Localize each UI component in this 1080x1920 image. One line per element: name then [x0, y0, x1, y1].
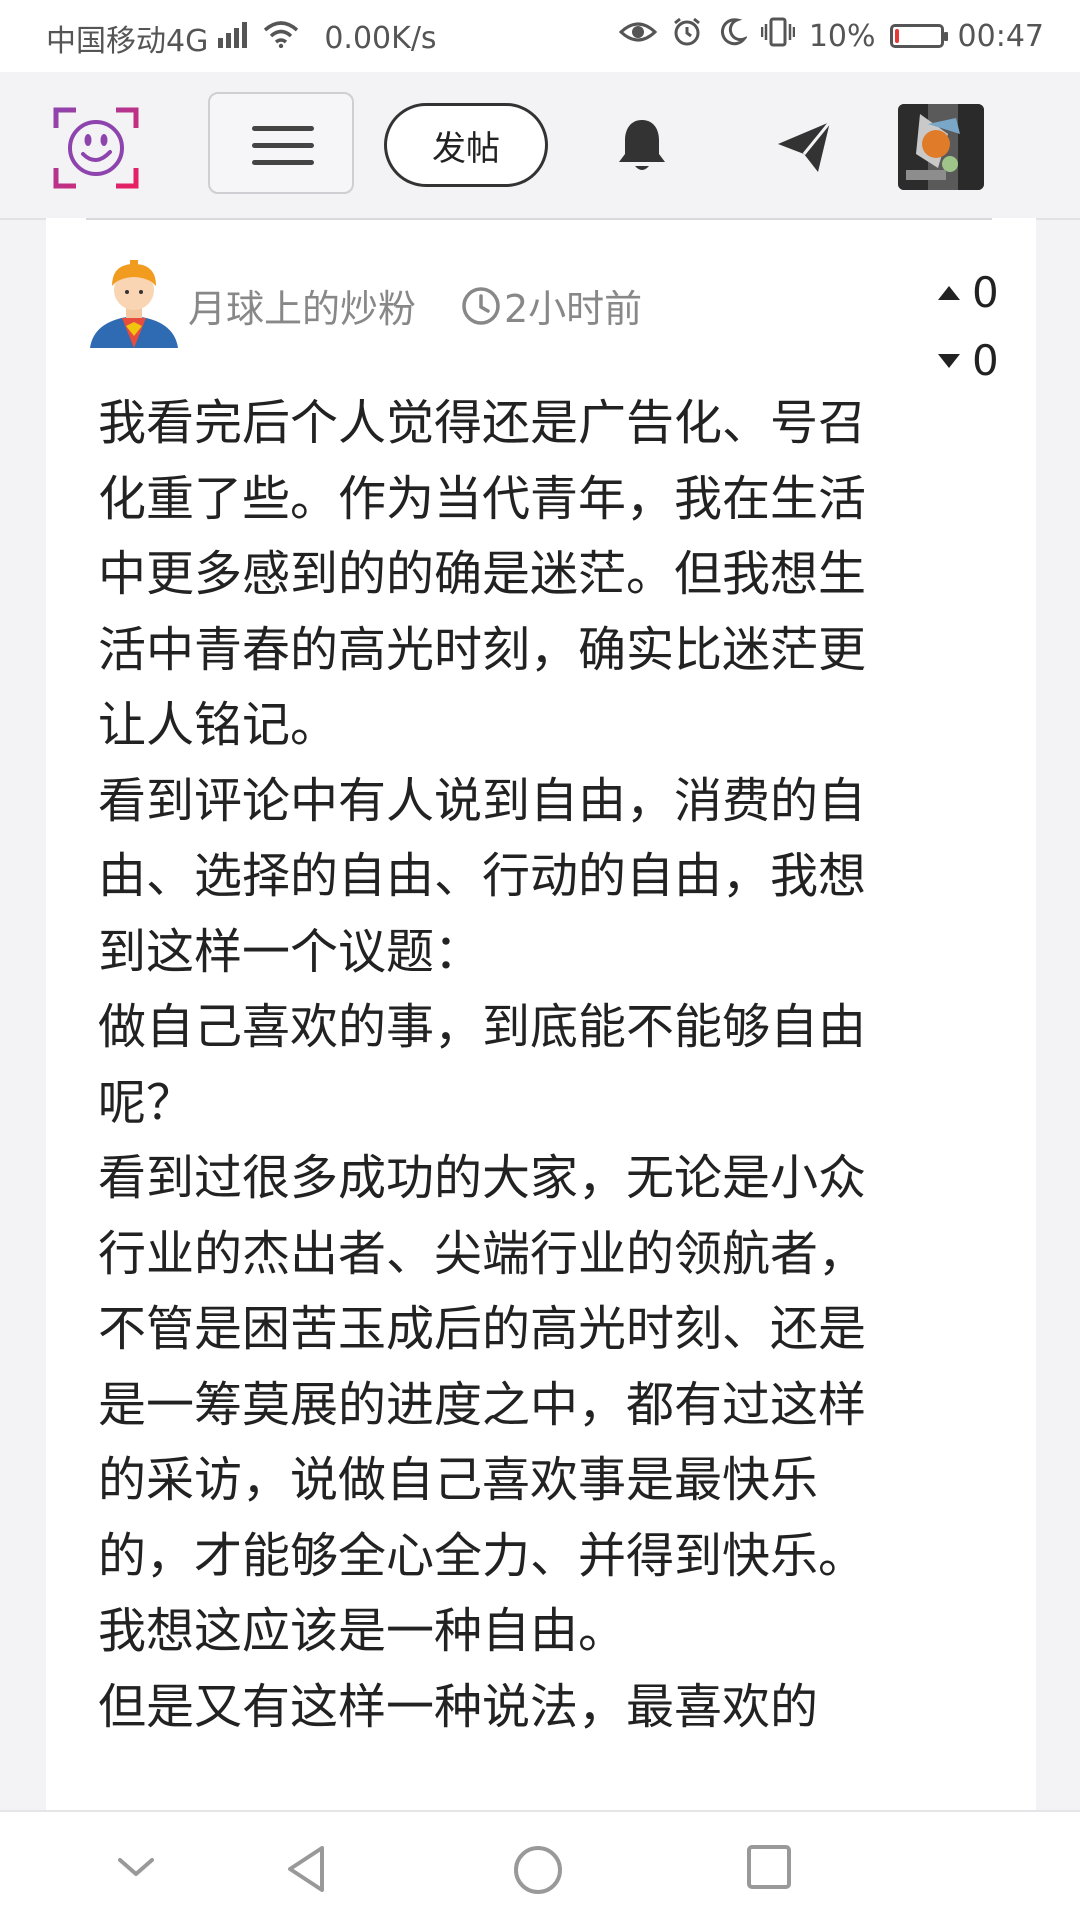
- battery-level: [894, 29, 899, 43]
- collapse-icon[interactable]: [112, 1844, 160, 1892]
- recents-icon[interactable]: [746, 1844, 792, 1890]
- logo-icon[interactable]: [52, 104, 140, 192]
- author-name[interactable]: 月球上的炒粉: [188, 278, 416, 333]
- send-icon[interactable]: [774, 116, 834, 176]
- system-nav-bar: [0, 1810, 1080, 1920]
- paragraph: 做自己喜欢的事，到底能不能够自由呢？: [98, 999, 867, 1131]
- downvote-icon: [938, 353, 960, 368]
- comment-card: 月球上的炒粉 2小时前 0 0 我看完后个人觉得还是广告化、号召化重了些。作为当…: [46, 218, 1036, 1810]
- post-time-text: 2小时前: [504, 287, 643, 331]
- net-speed: 0.00K/s: [324, 20, 437, 56]
- battery-icon: [889, 24, 948, 48]
- menu-icon-line: [252, 160, 314, 165]
- downvote-count: 0: [972, 336, 999, 385]
- menu-icon-line: [252, 126, 314, 131]
- signal-icon: [218, 20, 252, 56]
- bell-icon[interactable]: [614, 116, 670, 176]
- menu-icon-line: [252, 143, 314, 148]
- eye-icon: [618, 18, 658, 54]
- paragraph: 看到过很多成功的大家，无论是小众行业的杰出者、尖端行业的领航者，不管是困苦玉成后…: [98, 1150, 867, 1659]
- paragraph: 我看完后个人觉得还是广告化、号召化重了些。作为当代青年，我在生活中更多感到的的确…: [98, 395, 867, 753]
- menu-button[interactable]: [208, 92, 354, 194]
- post-body: 我看完后个人觉得还是广告化、号召化重了些。作为当代青年，我在生活中更多感到的的确…: [98, 386, 908, 1745]
- upvote-icon: [938, 285, 960, 300]
- author-avatar[interactable]: [86, 256, 182, 352]
- user-avatar[interactable]: [898, 104, 984, 190]
- paragraph: 看到评论中有人说到自由，消费的自由、选择的自由、行动的自由，我想到这样一个议题：: [98, 772, 867, 980]
- downvote-button[interactable]: 0: [936, 336, 999, 385]
- vibrate-icon: [760, 16, 796, 56]
- alarm-icon: [671, 16, 703, 56]
- clock-icon: [462, 286, 500, 325]
- post-time: 2小时前: [460, 278, 642, 333]
- post-button[interactable]: 发帖: [384, 103, 548, 187]
- status-left: 中国移动4G 0.00K/s: [46, 16, 437, 60]
- paragraph: 但是又有这样一种说法，最喜欢的: [98, 1678, 819, 1735]
- upvote-button[interactable]: 0: [936, 268, 999, 317]
- wifi-icon: [262, 20, 300, 56]
- upvote-count: 0: [972, 268, 999, 317]
- moon-icon: [717, 17, 749, 55]
- carrier-label: 中国移动4G: [46, 24, 209, 59]
- status-right: 10% 00:47: [618, 16, 1044, 56]
- status-bar: 中国移动4G 0.00K/s 10% 00:47: [0, 0, 1080, 72]
- divider: [86, 218, 992, 220]
- home-icon[interactable]: [512, 1844, 564, 1896]
- battery-percent: 10%: [808, 18, 876, 54]
- top-nav: 发帖: [0, 72, 1080, 220]
- clock-time: 00:47: [957, 18, 1044, 54]
- back-icon[interactable]: [282, 1844, 332, 1894]
